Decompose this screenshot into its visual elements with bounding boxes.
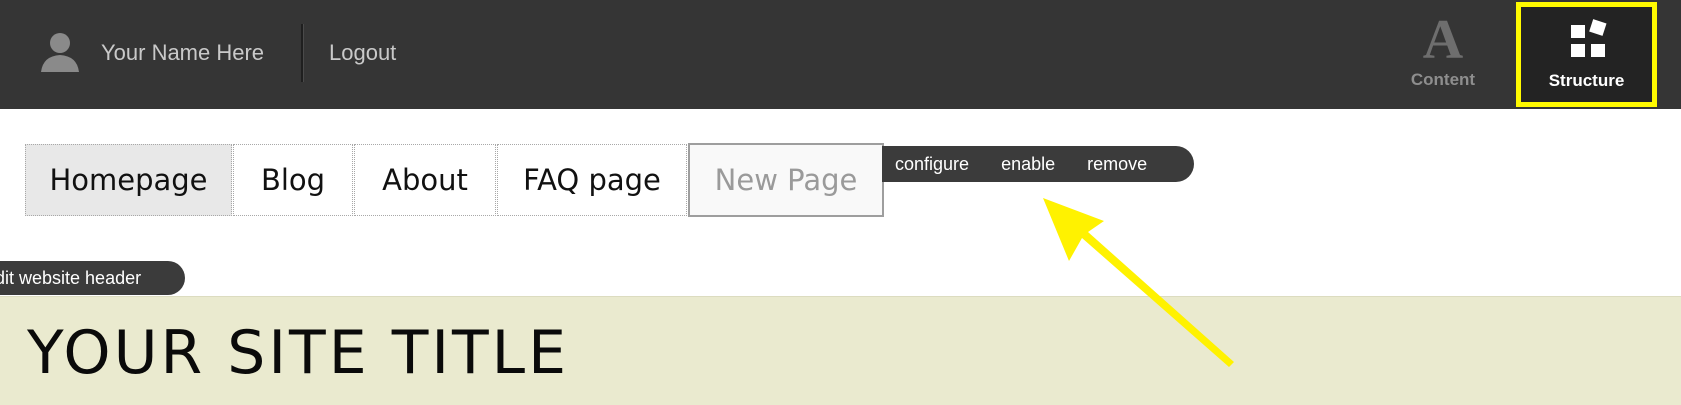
main-menu: Homepage Blog About FAQ page New Page bbox=[25, 143, 885, 218]
content-label: Content bbox=[1410, 70, 1476, 89]
content-icon: A bbox=[1422, 9, 1464, 71]
edit-website-header-button[interactable]: dit website header bbox=[0, 261, 185, 295]
user-name-link[interactable]: Your Name Here bbox=[101, 39, 264, 67]
menu-tab-about[interactable]: About bbox=[354, 144, 496, 216]
structure-label: Structure bbox=[1548, 71, 1625, 90]
structure-icon bbox=[1571, 19, 1607, 57]
logout-link[interactable]: Logout bbox=[329, 39, 396, 67]
menu-tab-faq-page[interactable]: FAQ page bbox=[497, 144, 687, 216]
menu-tab-blog[interactable]: Blog bbox=[233, 144, 353, 216]
menu-item-contextual-links: configure enable remove bbox=[882, 146, 1194, 182]
site-title: YOUR SITE TITLE bbox=[27, 318, 570, 388]
toolbar-divider bbox=[301, 24, 303, 82]
remove-link[interactable]: remove bbox=[1087, 154, 1147, 175]
admin-toolbar: Your Name Here Logout A Content Structur… bbox=[0, 0, 1681, 109]
configure-link[interactable]: configure bbox=[895, 154, 969, 175]
edit-website-header-label: dit website header bbox=[0, 268, 142, 288]
structure-button[interactable]: Structure bbox=[1516, 2, 1657, 107]
site-header: YOUR SITE TITLE bbox=[0, 296, 1681, 405]
menu-tab-new-page[interactable]: New Page bbox=[688, 143, 884, 217]
content-button[interactable]: A Content bbox=[1372, 0, 1514, 109]
user-avatar-icon[interactable] bbox=[37, 32, 83, 72]
enable-link[interactable]: enable bbox=[1001, 154, 1055, 175]
menu-tab-homepage[interactable]: Homepage bbox=[25, 144, 232, 216]
